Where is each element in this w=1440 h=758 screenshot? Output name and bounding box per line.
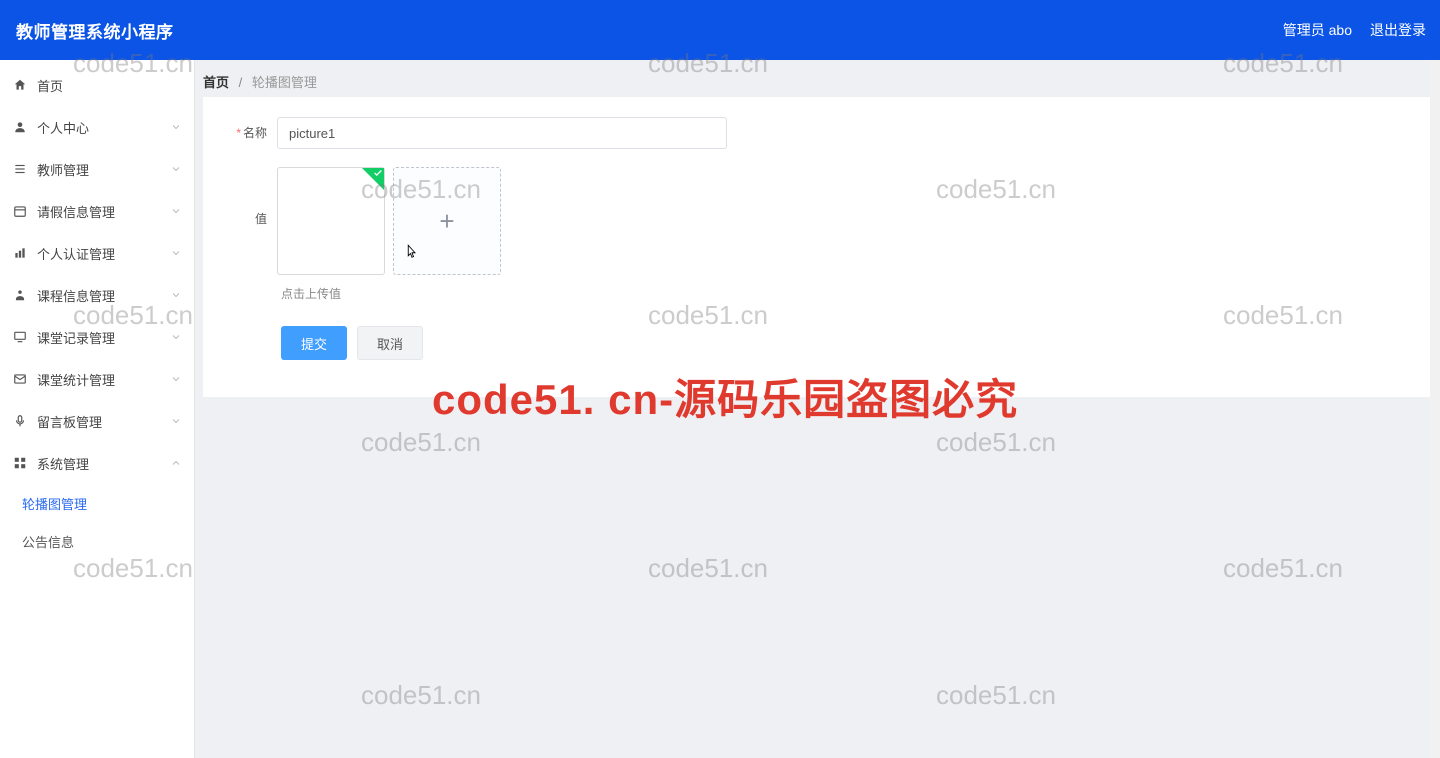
- chart-icon: [12, 245, 28, 261]
- uploaded-image-card[interactable]: [277, 167, 385, 275]
- home-icon: [12, 77, 28, 93]
- sidebar-item-label: 个人认证管理: [37, 244, 115, 263]
- button-row: 提交 取消: [231, 326, 1404, 360]
- scrollbar-track[interactable]: [1430, 60, 1440, 758]
- header-right: 管理员 abo 退出登录: [1283, 20, 1426, 40]
- sidebar-item-personal[interactable]: 个人中心: [0, 106, 194, 148]
- doc-icon: [12, 287, 28, 303]
- sidebar-item-label: 请假信息管理: [37, 202, 115, 221]
- chevron-down-icon: [170, 205, 182, 217]
- submit-button[interactable]: 提交: [281, 326, 347, 360]
- form-row-name: *名称: [231, 117, 1404, 149]
- monitor-icon: [12, 329, 28, 345]
- sidebar-item-leave[interactable]: 请假信息管理: [0, 190, 194, 232]
- form-panel: *名称 值 + 点击上传值: [203, 97, 1432, 397]
- sidebar: 首页 个人中心 教师管理 请假信息管理: [0, 60, 195, 758]
- user-icon: [12, 119, 28, 135]
- admin-link[interactable]: 管理员 abo: [1283, 20, 1352, 40]
- mail-icon: [12, 371, 28, 387]
- required-asterisk: *: [236, 126, 241, 140]
- sidebar-item-message[interactable]: 留言板管理: [0, 400, 194, 442]
- sidebar-sub-notice[interactable]: 公告信息: [0, 522, 194, 560]
- sidebar-item-label: 课堂统计管理: [37, 370, 115, 389]
- chevron-down-icon: [170, 331, 182, 343]
- cancel-button[interactable]: 取消: [357, 326, 423, 360]
- calendar-icon: [12, 203, 28, 219]
- list-icon: [12, 161, 28, 177]
- sidebar-item-home[interactable]: 首页: [0, 64, 194, 106]
- chevron-down-icon: [170, 163, 182, 175]
- breadcrumb: 首页 / 轮播图管理: [195, 60, 1440, 97]
- breadcrumb-current: 轮播图管理: [252, 75, 317, 90]
- chevron-down-icon: [170, 289, 182, 301]
- name-label: *名称: [231, 117, 277, 149]
- app-header: 教师管理系统小程序 管理员 abo 退出登录: [0, 0, 1440, 60]
- sidebar-item-label: 个人中心: [37, 118, 89, 137]
- sidebar-item-label: 留言板管理: [37, 412, 102, 431]
- grid-icon: [12, 455, 28, 471]
- chevron-down-icon: [170, 415, 182, 427]
- breadcrumb-separator: /: [239, 75, 243, 90]
- sidebar-item-record[interactable]: 课堂记录管理: [0, 316, 194, 358]
- upload-area: +: [277, 165, 501, 275]
- chevron-down-icon: [170, 247, 182, 259]
- sidebar-item-cert[interactable]: 个人认证管理: [0, 232, 194, 274]
- sidebar-item-course[interactable]: 课程信息管理: [0, 274, 194, 316]
- form-row-value: 值 +: [231, 165, 1404, 275]
- chevron-down-icon: [170, 373, 182, 385]
- plus-icon: +: [439, 208, 454, 234]
- sidebar-item-stats[interactable]: 课堂统计管理: [0, 358, 194, 400]
- sidebar-item-label: 教师管理: [37, 160, 89, 179]
- sidebar-item-label: 首页: [37, 76, 63, 95]
- sidebar-sub-carousel[interactable]: 轮播图管理: [0, 484, 194, 522]
- upload-tip: 点击上传值: [231, 285, 1404, 302]
- sidebar-item-label: 课堂记录管理: [37, 328, 115, 347]
- sidebar-item-label: 系统管理: [37, 454, 89, 473]
- app-title: 教师管理系统小程序: [16, 18, 174, 43]
- sidebar-item-teacher[interactable]: 教师管理: [0, 148, 194, 190]
- sidebar-item-label: 课程信息管理: [37, 286, 115, 305]
- check-icon: [373, 168, 383, 178]
- sidebar-item-system[interactable]: 系统管理: [0, 442, 194, 484]
- chevron-up-icon: [170, 457, 182, 469]
- mic-icon: [12, 413, 28, 429]
- logout-link[interactable]: 退出登录: [1370, 20, 1426, 40]
- sidebar-sub-label: 轮播图管理: [22, 494, 87, 513]
- upload-add-button[interactable]: +: [393, 167, 501, 275]
- upload-success-badge: [362, 168, 384, 190]
- sidebar-sub-label: 公告信息: [22, 532, 74, 551]
- chevron-down-icon: [170, 121, 182, 133]
- breadcrumb-home[interactable]: 首页: [203, 75, 229, 90]
- value-label: 值: [231, 165, 277, 273]
- main-content: 首页 / 轮播图管理 *名称 值: [195, 60, 1440, 758]
- name-input[interactable]: [277, 117, 727, 149]
